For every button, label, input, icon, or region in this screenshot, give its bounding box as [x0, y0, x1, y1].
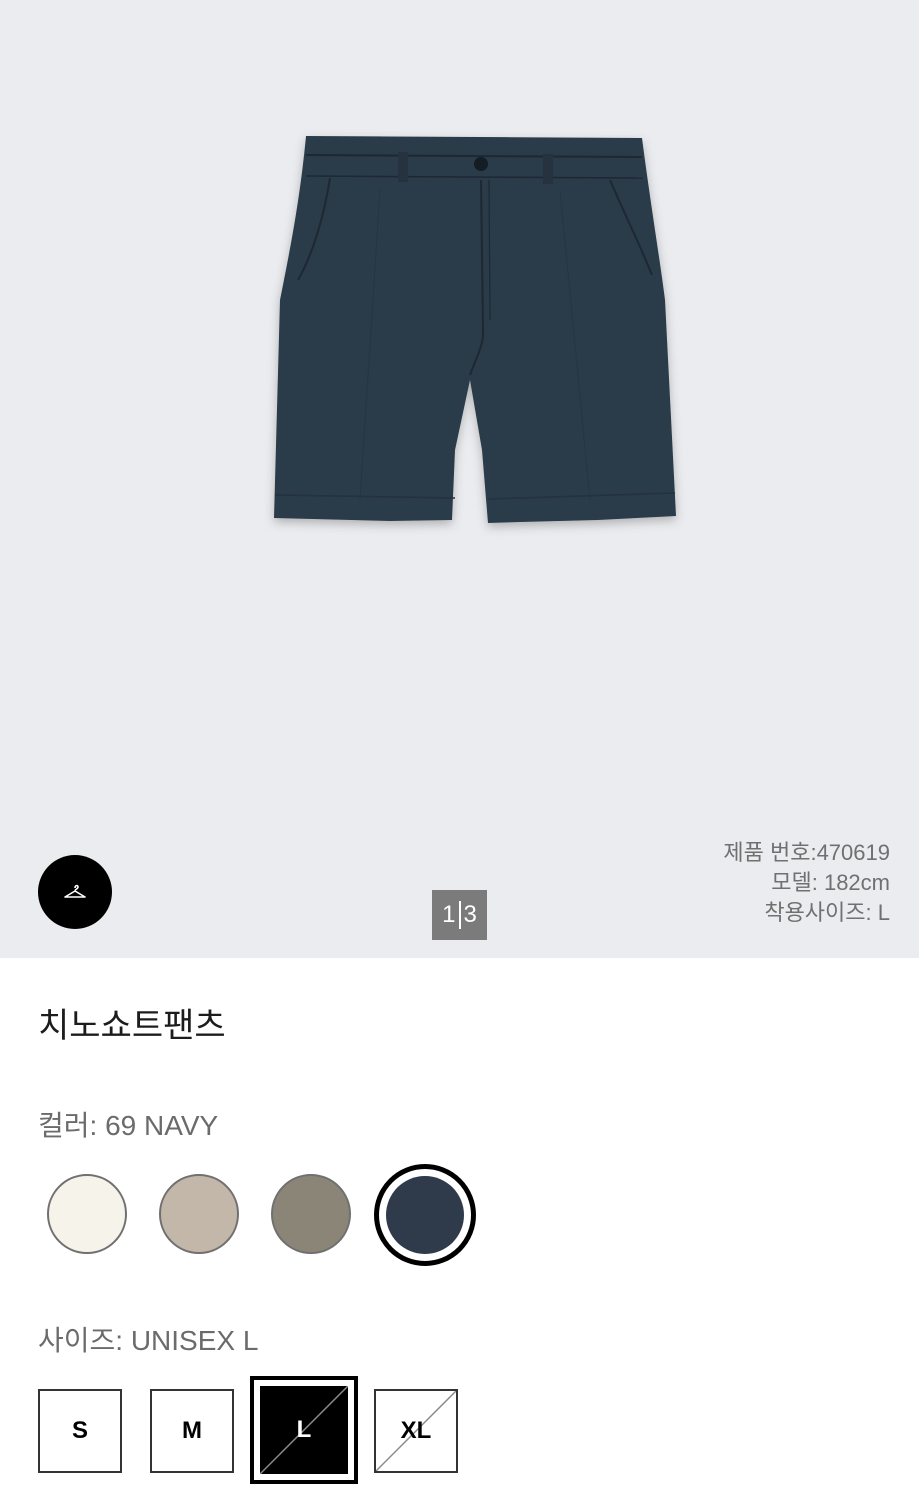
model-height: 모델: 182cm	[771, 870, 890, 895]
product-meta: 제품 번호:470619 모델: 182cm 착용사이즈: L	[723, 838, 890, 928]
size-label: 사이즈: UNISEX L	[38, 1325, 259, 1356]
image-counter-total: 3	[463, 901, 477, 928]
color-swatch-navy-selected[interactable]	[374, 1164, 476, 1266]
product-image	[274, 136, 676, 523]
color-swatch-beige[interactable]	[159, 1174, 239, 1254]
color-label: 컬러: 69 NAVY	[38, 1110, 219, 1141]
color-swatch-navy	[386, 1176, 464, 1254]
size-option-label: L	[296, 1416, 312, 1443]
model-wear-size: 착용사이즈: L	[764, 900, 890, 925]
color-swatch-off-white[interactable]	[47, 1174, 127, 1254]
size-option-s[interactable]: S	[38, 1389, 122, 1473]
size-option-xl[interactable]: XL	[374, 1389, 458, 1473]
try-on-button[interactable]	[38, 855, 112, 929]
image-counter-current: 1	[442, 901, 456, 928]
size-option-label: XL	[400, 1417, 432, 1444]
product-image-area: 1 3 제품 번호:470619 모델: 182cm 착용사이즈: L	[0, 0, 919, 958]
image-counter: 1 3	[432, 890, 487, 940]
color-swatch-olive[interactable]	[271, 1174, 351, 1254]
hanger-icon	[64, 884, 86, 898]
product-title: 치노쇼트팬츠	[38, 1007, 226, 1045]
counter-divider	[458, 901, 461, 929]
size-option-l: L	[260, 1386, 348, 1474]
size-option-m[interactable]: M	[150, 1389, 234, 1473]
size-option-l-selected[interactable]: L	[250, 1376, 358, 1484]
size-option-label: S	[71, 1417, 88, 1444]
size-option-label: M	[182, 1417, 202, 1444]
product-number: 제품 번호:470619	[723, 840, 890, 865]
